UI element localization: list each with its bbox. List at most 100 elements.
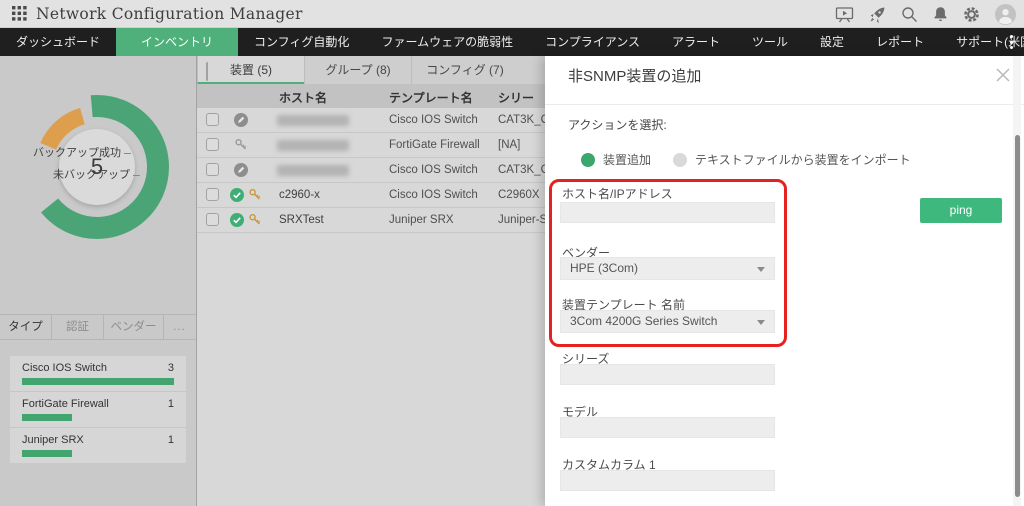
host-ip-label: ホスト名/IPアドレス xyxy=(562,185,673,202)
table-header: ホスト名 テンプレート名 シリーズ xyxy=(197,84,545,108)
table-tab-devices[interactable]: 装置 (5) xyxy=(197,56,304,84)
row-checkbox[interactable] xyxy=(206,113,219,126)
table-tab-bar: 装置 (5) グループ (8) コンフィグ (7) xyxy=(197,56,545,84)
radio-add-device[interactable] xyxy=(581,153,595,167)
divider xyxy=(545,104,1024,105)
nav-item-inventory[interactable]: インベントリ xyxy=(116,28,238,56)
radio-import-label: テキストファイルから装置をインポート xyxy=(695,151,911,168)
search-icon[interactable] xyxy=(901,6,918,23)
chevron-down-icon xyxy=(757,267,765,272)
vendor-row-juniper[interactable]: Juniper SRX1 xyxy=(10,428,186,463)
cell-series: Juniper-SRX xyxy=(498,214,545,226)
bell-icon[interactable] xyxy=(933,6,948,23)
nav-item-settings[interactable]: 設定 xyxy=(804,28,860,56)
cell-template: Juniper SRX xyxy=(389,214,454,226)
host-ip-input[interactable] xyxy=(560,202,775,223)
blurred-hostname xyxy=(277,165,349,176)
vendor-count: 3 xyxy=(168,362,174,374)
sidebar-tab-bar: タイプ 認証 ベンダー ... xyxy=(0,314,196,340)
legend-not-backed-up: 未バックアップ xyxy=(53,166,140,182)
device-template-select[interactable]: 3Com 4200G Series Switch xyxy=(560,310,775,333)
row-checkbox[interactable] xyxy=(206,163,219,176)
leader-line xyxy=(133,175,140,176)
key-icon-gold xyxy=(248,213,262,227)
key-icon-gray xyxy=(234,138,248,152)
apps-grid-icon[interactable] xyxy=(12,6,27,21)
cell-template: Cisco IOS Switch xyxy=(389,164,478,176)
key-icon-gold xyxy=(248,188,262,202)
vendor-bar xyxy=(22,450,72,457)
close-icon[interactable] xyxy=(995,67,1011,83)
vendor-summary-card: Cisco IOS Switch 3 FortiGate Firewall 1 Ju… xyxy=(10,356,186,463)
radio-add-device-label: 装置追加 xyxy=(603,151,651,168)
cell-template: Cisco IOS Switch xyxy=(389,114,478,126)
table-row[interactable]: FortiGate Firewall [NA] xyxy=(197,133,545,158)
edit-status-icon xyxy=(234,163,248,177)
nav-item-config-automation[interactable]: コンフィグ自動化 xyxy=(238,28,365,56)
sidebar-tab-vendor[interactable]: ベンダー xyxy=(104,315,164,339)
select-all-checkbox[interactable] xyxy=(206,62,208,81)
add-non-snmp-device-panel: 非SNMP装置の追加 アクションを選択: 装置追加 テキストファイルから装置をイ… xyxy=(545,56,1024,506)
nav-item-compliance[interactable]: コンプライアンス xyxy=(529,28,656,56)
leader-line xyxy=(124,153,131,154)
backup-ok-icon xyxy=(230,188,244,202)
row-checkbox[interactable] xyxy=(206,138,219,151)
sidebar-tab-type[interactable]: タイプ xyxy=(0,315,52,339)
cell-series: CAT3K_CAA xyxy=(498,114,545,126)
cell-hostname: c2960-x xyxy=(279,189,320,201)
app-title: Network Configuration Manager xyxy=(36,5,303,23)
table-tab-configs[interactable]: コンフィグ (7) xyxy=(411,56,518,84)
table-row[interactable]: c2960-x Cisco IOS Switch C2960X xyxy=(197,183,545,208)
col-hostname: ホスト名 xyxy=(279,89,327,106)
vendor-name: Cisco IOS Switch xyxy=(22,362,107,374)
scrollbar-thumb[interactable] xyxy=(1015,135,1020,497)
nav-item-tools[interactable]: ツール xyxy=(736,28,804,56)
custom-column1-input[interactable] xyxy=(560,470,775,491)
vendor-count: 1 xyxy=(168,398,174,410)
nav-overflow-kebab-icon[interactable] xyxy=(1004,28,1018,56)
vendor-count: 1 xyxy=(168,434,174,446)
nav-item-dashboard[interactable]: ダッシュボード xyxy=(0,28,116,56)
nav-item-firmware-vulnerability[interactable]: ファームウェアの脆弱性 xyxy=(365,28,529,56)
table-row[interactable]: SRXTest Juniper SRX Juniper-SRX xyxy=(197,208,545,233)
blurred-hostname xyxy=(277,115,349,126)
sidebar: 5 バックアップ成功 未バックアップ タイプ 認証 ベンダー ... Cisco… xyxy=(0,56,196,506)
vendor-bar xyxy=(22,414,72,421)
radio-import-from-file[interactable] xyxy=(673,153,687,167)
cell-template: Cisco IOS Switch xyxy=(389,189,478,201)
sidebar-tab-more[interactable]: ... xyxy=(164,315,195,339)
legend-backup-success: バックアップ成功 xyxy=(33,144,131,160)
user-avatar[interactable] xyxy=(995,4,1016,25)
edit-status-icon xyxy=(234,113,248,127)
sidebar-tab-auth[interactable]: 認証 xyxy=(52,315,104,339)
vendor-row-fortigate[interactable]: FortiGate Firewall 1 xyxy=(10,392,186,428)
nav-item-reports[interactable]: レポート xyxy=(860,28,940,56)
series-input[interactable] xyxy=(560,364,775,385)
nav-item-alerts[interactable]: アラート xyxy=(656,28,736,56)
ping-button[interactable]: ping xyxy=(920,198,1002,223)
row-checkbox[interactable] xyxy=(206,188,219,201)
top-bar: Network Configuration Manager xyxy=(0,0,1024,28)
rocket-icon[interactable] xyxy=(869,6,886,23)
table-row[interactable]: Cisco IOS Switch CAT3K_CAA xyxy=(197,108,545,133)
panel-title: 非SNMP装置の追加 xyxy=(568,65,701,86)
table-tab-groups[interactable]: グループ (8) xyxy=(304,56,411,84)
vendor-bar xyxy=(22,378,174,385)
model-input[interactable] xyxy=(560,417,775,438)
cell-series: C2960X xyxy=(498,189,540,201)
row-checkbox[interactable] xyxy=(206,213,219,226)
cell-hostname: SRXTest xyxy=(279,214,324,226)
cell-series: [NA] xyxy=(498,139,520,151)
presentation-play-icon[interactable] xyxy=(835,6,854,23)
gear-icon[interactable] xyxy=(963,6,980,23)
chevron-down-icon xyxy=(757,320,765,325)
cell-template: FortiGate Firewall xyxy=(389,139,480,151)
vendor-select[interactable]: HPE (3Com) xyxy=(560,257,775,280)
vendor-name: FortiGate Firewall xyxy=(22,398,109,410)
cell-series: CAT3K_CAA xyxy=(498,164,545,176)
table-row[interactable]: Cisco IOS Switch CAT3K_CAA xyxy=(197,158,545,183)
main-nav: ダッシュボード インベントリ コンフィグ自動化 ファームウェアの脆弱性 コンプラ… xyxy=(0,28,1024,56)
device-table: 装置 (5) グループ (8) コンフィグ (7) ホスト名 テンプレート名 シ… xyxy=(196,56,545,506)
action-select-label: アクションを選択: xyxy=(568,116,667,133)
vendor-row-cisco[interactable]: Cisco IOS Switch 3 xyxy=(10,356,186,392)
